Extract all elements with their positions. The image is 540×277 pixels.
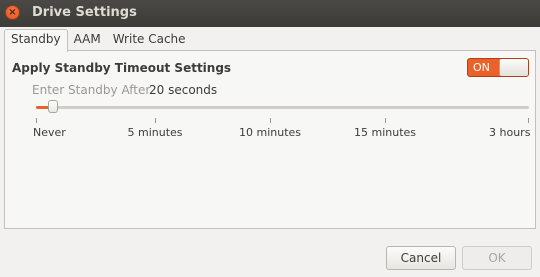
slider-tick bbox=[155, 118, 156, 123]
standby-panel: Apply Standby Timeout Settings ON Enter … bbox=[4, 50, 536, 229]
slider-tick bbox=[270, 118, 271, 123]
switch-on-label: ON bbox=[473, 61, 490, 74]
title-bar: × Drive Settings bbox=[0, 0, 540, 27]
slider-tick-label: 10 minutes bbox=[239, 126, 302, 139]
standby-toggle-switch[interactable]: ON bbox=[467, 58, 529, 77]
slider-handle[interactable] bbox=[47, 100, 58, 113]
slider-tick-label: 15 minutes bbox=[354, 126, 417, 139]
tab-bar: Standby AAM Write Cache bbox=[4, 29, 192, 52]
slider-tick-label: 5 minutes bbox=[127, 126, 183, 139]
slider-tick-label: 3 hours bbox=[489, 126, 531, 139]
switch-knob[interactable] bbox=[499, 59, 528, 76]
slider-tick bbox=[385, 118, 386, 123]
tab-aam[interactable]: AAM bbox=[68, 29, 107, 51]
tab-write-cache[interactable]: Write Cache bbox=[107, 29, 192, 51]
slider-tick-label: Never bbox=[33, 126, 66, 139]
standby-value: 20 seconds bbox=[149, 83, 218, 97]
standby-after-label: Enter Standby After bbox=[32, 83, 151, 97]
ok-button[interactable]: OK bbox=[462, 246, 532, 270]
drive-settings-dialog: × Drive Settings Standby AAM Write Cache… bbox=[0, 0, 540, 277]
slider-track[interactable] bbox=[36, 106, 529, 109]
cancel-button[interactable]: Cancel bbox=[386, 246, 456, 270]
standby-heading: Apply Standby Timeout Settings bbox=[12, 61, 232, 75]
slider-tick bbox=[528, 118, 529, 123]
slider-tick bbox=[36, 118, 37, 123]
tab-standby[interactable]: Standby bbox=[4, 29, 68, 52]
standby-slider[interactable]: Never 5 minutes 10 minutes 15 minutes 3 hour… bbox=[33, 100, 530, 139]
close-icon[interactable]: × bbox=[5, 5, 20, 20]
window-title: Drive Settings bbox=[32, 5, 137, 20]
